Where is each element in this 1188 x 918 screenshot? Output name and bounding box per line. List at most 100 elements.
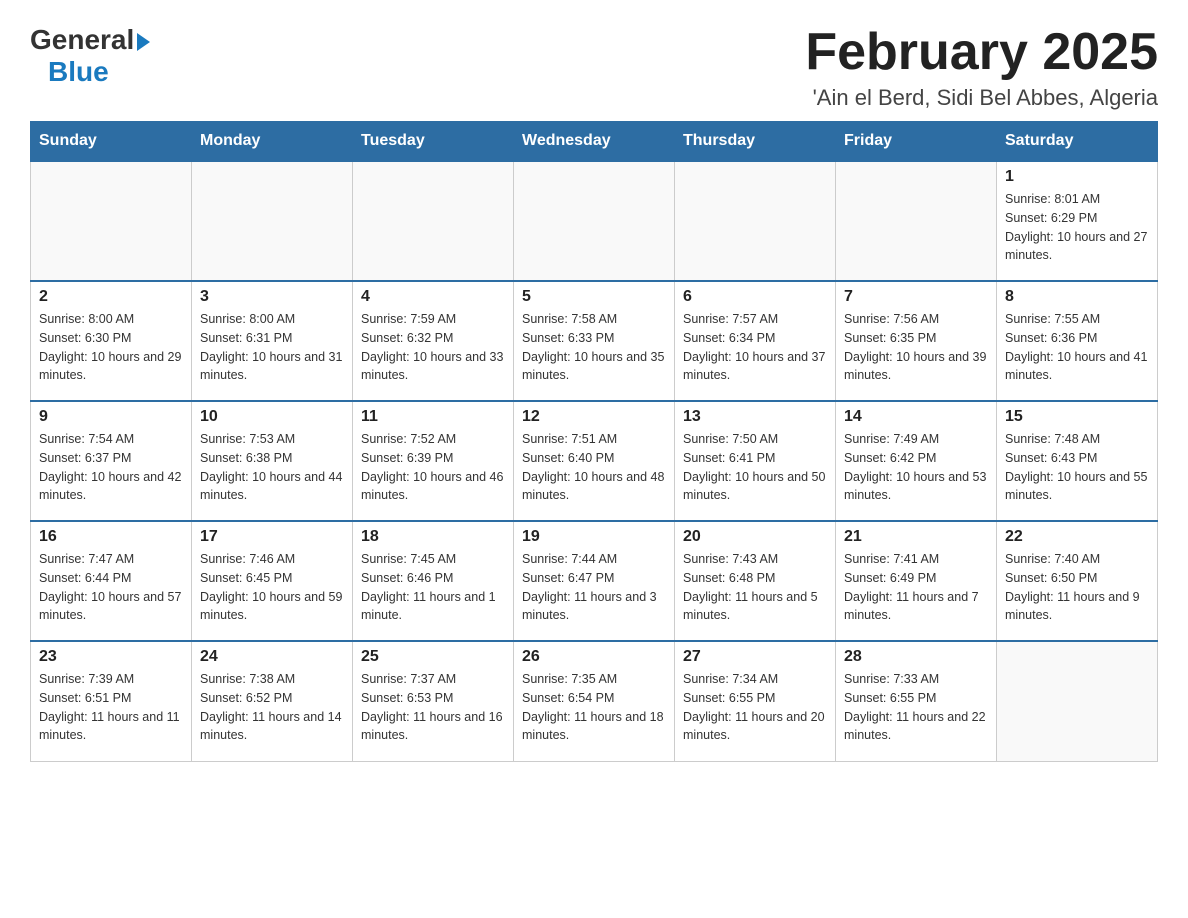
calendar-week-row-4: 16 Sunrise: 7:47 AMSunset: 6:44 PMDayligh… [31, 521, 1158, 641]
day-number: 14 [844, 408, 988, 426]
day-number: 6 [683, 288, 827, 306]
calendar-cell: 1 Sunrise: 8:01 AMSunset: 6:29 PMDaylight… [997, 161, 1158, 281]
day-info: Sunrise: 7:33 AMSunset: 6:55 PMDaylight:… [844, 670, 988, 745]
day-number: 9 [39, 408, 183, 426]
calendar-cell: 14 Sunrise: 7:49 AMSunset: 6:42 PMDayligh… [836, 401, 997, 521]
day-info: Sunrise: 7:55 AMSunset: 6:36 PMDaylight:… [1005, 310, 1149, 385]
day-number: 10 [200, 408, 344, 426]
calendar-cell: 23 Sunrise: 7:39 AMSunset: 6:51 PMDayligh… [31, 641, 192, 761]
day-info: Sunrise: 7:57 AMSunset: 6:34 PMDaylight:… [683, 310, 827, 385]
calendar-cell: 16 Sunrise: 7:47 AMSunset: 6:44 PMDayligh… [31, 521, 192, 641]
day-info: Sunrise: 7:53 AMSunset: 6:38 PMDaylight:… [200, 430, 344, 505]
day-info: Sunrise: 7:45 AMSunset: 6:46 PMDaylight:… [361, 550, 505, 625]
day-number: 25 [361, 648, 505, 666]
calendar-cell: 6 Sunrise: 7:57 AMSunset: 6:34 PMDaylight… [675, 281, 836, 401]
calendar-cell: 10 Sunrise: 7:53 AMSunset: 6:38 PMDayligh… [192, 401, 353, 521]
day-number: 21 [844, 528, 988, 546]
calendar-cell: 2 Sunrise: 8:00 AMSunset: 6:30 PMDaylight… [31, 281, 192, 401]
logo-arrow-icon [137, 33, 150, 51]
day-number: 1 [1005, 168, 1149, 186]
day-number: 3 [200, 288, 344, 306]
day-number: 4 [361, 288, 505, 306]
day-number: 28 [844, 648, 988, 666]
calendar-cell [192, 161, 353, 281]
col-thursday: Thursday [675, 122, 836, 162]
day-number: 2 [39, 288, 183, 306]
day-info: Sunrise: 7:54 AMSunset: 6:37 PMDaylight:… [39, 430, 183, 505]
day-number: 11 [361, 408, 505, 426]
calendar-cell: 19 Sunrise: 7:44 AMSunset: 6:47 PMDayligh… [514, 521, 675, 641]
col-wednesday: Wednesday [514, 122, 675, 162]
title-block: February 2025 'Ain el Berd, Sidi Bel Abb… [805, 24, 1158, 111]
calendar-cell [31, 161, 192, 281]
calendar-week-row-3: 9 Sunrise: 7:54 AMSunset: 6:37 PMDaylight… [31, 401, 1158, 521]
day-info: Sunrise: 7:43 AMSunset: 6:48 PMDaylight:… [683, 550, 827, 625]
day-info: Sunrise: 7:34 AMSunset: 6:55 PMDaylight:… [683, 670, 827, 745]
calendar-cell: 5 Sunrise: 7:58 AMSunset: 6:33 PMDaylight… [514, 281, 675, 401]
day-number: 27 [683, 648, 827, 666]
calendar-cell [353, 161, 514, 281]
calendar-cell: 8 Sunrise: 7:55 AMSunset: 6:36 PMDaylight… [997, 281, 1158, 401]
day-info: Sunrise: 8:00 AMSunset: 6:31 PMDaylight:… [200, 310, 344, 385]
day-number: 20 [683, 528, 827, 546]
col-monday: Monday [192, 122, 353, 162]
calendar-cell: 15 Sunrise: 7:48 AMSunset: 6:43 PMDayligh… [997, 401, 1158, 521]
subtitle: 'Ain el Berd, Sidi Bel Abbes, Algeria [805, 85, 1158, 111]
day-info: Sunrise: 8:00 AMSunset: 6:30 PMDaylight:… [39, 310, 183, 385]
day-info: Sunrise: 7:44 AMSunset: 6:47 PMDaylight:… [522, 550, 666, 625]
calendar-cell [675, 161, 836, 281]
calendar-header-row: Sunday Monday Tuesday Wednesday Thursday… [31, 122, 1158, 162]
day-number: 23 [39, 648, 183, 666]
calendar-cell: 25 Sunrise: 7:37 AMSunset: 6:53 PMDayligh… [353, 641, 514, 761]
calendar-week-row-2: 2 Sunrise: 8:00 AMSunset: 6:30 PMDaylight… [31, 281, 1158, 401]
day-number: 24 [200, 648, 344, 666]
day-info: Sunrise: 7:35 AMSunset: 6:54 PMDaylight:… [522, 670, 666, 745]
calendar-week-row-5: 23 Sunrise: 7:39 AMSunset: 6:51 PMDayligh… [31, 641, 1158, 761]
day-info: Sunrise: 7:50 AMSunset: 6:41 PMDaylight:… [683, 430, 827, 505]
day-info: Sunrise: 7:39 AMSunset: 6:51 PMDaylight:… [39, 670, 183, 745]
day-number: 19 [522, 528, 666, 546]
calendar-cell: 21Sunrise: 7:41 AMSunset: 6:49 PMDayligh… [836, 521, 997, 641]
day-number: 17 [200, 528, 344, 546]
day-number: 15 [1005, 408, 1149, 426]
day-info: Sunrise: 7:40 AMSunset: 6:50 PMDaylight:… [1005, 550, 1149, 625]
day-info: Sunrise: 8:01 AMSunset: 6:29 PMDaylight:… [1005, 190, 1149, 265]
day-info: Sunrise: 7:37 AMSunset: 6:53 PMDaylight:… [361, 670, 505, 745]
calendar-cell: 11Sunrise: 7:52 AMSunset: 6:39 PMDayligh… [353, 401, 514, 521]
day-info: Sunrise: 7:51 AMSunset: 6:40 PMDaylight:… [522, 430, 666, 505]
page-header: General Blue February 2025 'Ain el Berd,… [30, 24, 1158, 111]
day-number: 8 [1005, 288, 1149, 306]
day-number: 18 [361, 528, 505, 546]
calendar-cell [514, 161, 675, 281]
calendar-week-row-1: 1 Sunrise: 8:01 AMSunset: 6:29 PMDaylight… [31, 161, 1158, 281]
day-number: 13 [683, 408, 827, 426]
day-info: Sunrise: 7:49 AMSunset: 6:42 PMDaylight:… [844, 430, 988, 505]
day-number: 16 [39, 528, 183, 546]
calendar-cell: 7Sunrise: 7:56 AMSunset: 6:35 PMDaylight… [836, 281, 997, 401]
calendar-cell: 9 Sunrise: 7:54 AMSunset: 6:37 PMDaylight… [31, 401, 192, 521]
calendar-cell: 22 Sunrise: 7:40 AMSunset: 6:50 PMDayligh… [997, 521, 1158, 641]
calendar-cell [997, 641, 1158, 761]
calendar-cell: 24 Sunrise: 7:38 AMSunset: 6:52 PMDayligh… [192, 641, 353, 761]
day-number: 26 [522, 648, 666, 666]
day-number: 5 [522, 288, 666, 306]
calendar-cell: 12Sunrise: 7:51 AMSunset: 6:40 PMDayligh… [514, 401, 675, 521]
logo-blue-text: Blue [48, 56, 109, 87]
col-sunday: Sunday [31, 122, 192, 162]
day-info: Sunrise: 7:38 AMSunset: 6:52 PMDaylight:… [200, 670, 344, 745]
day-info: Sunrise: 7:58 AMSunset: 6:33 PMDaylight:… [522, 310, 666, 385]
col-saturday: Saturday [997, 122, 1158, 162]
col-tuesday: Tuesday [353, 122, 514, 162]
day-number: 22 [1005, 528, 1149, 546]
day-info: Sunrise: 7:48 AMSunset: 6:43 PMDaylight:… [1005, 430, 1149, 505]
col-friday: Friday [836, 122, 997, 162]
day-info: Sunrise: 7:46 AMSunset: 6:45 PMDaylight:… [200, 550, 344, 625]
day-info: Sunrise: 7:59 AMSunset: 6:32 PMDaylight:… [361, 310, 505, 385]
main-title: February 2025 [805, 24, 1158, 81]
day-info: Sunrise: 7:47 AMSunset: 6:44 PMDaylight:… [39, 550, 183, 625]
calendar-cell: 20 Sunrise: 7:43 AMSunset: 6:48 PMDayligh… [675, 521, 836, 641]
day-number: 7 [844, 288, 988, 306]
calendar-cell: 3 Sunrise: 8:00 AMSunset: 6:31 PMDaylight… [192, 281, 353, 401]
calendar-cell [836, 161, 997, 281]
calendar-cell: 26 Sunrise: 7:35 AMSunset: 6:54 PMDayligh… [514, 641, 675, 761]
